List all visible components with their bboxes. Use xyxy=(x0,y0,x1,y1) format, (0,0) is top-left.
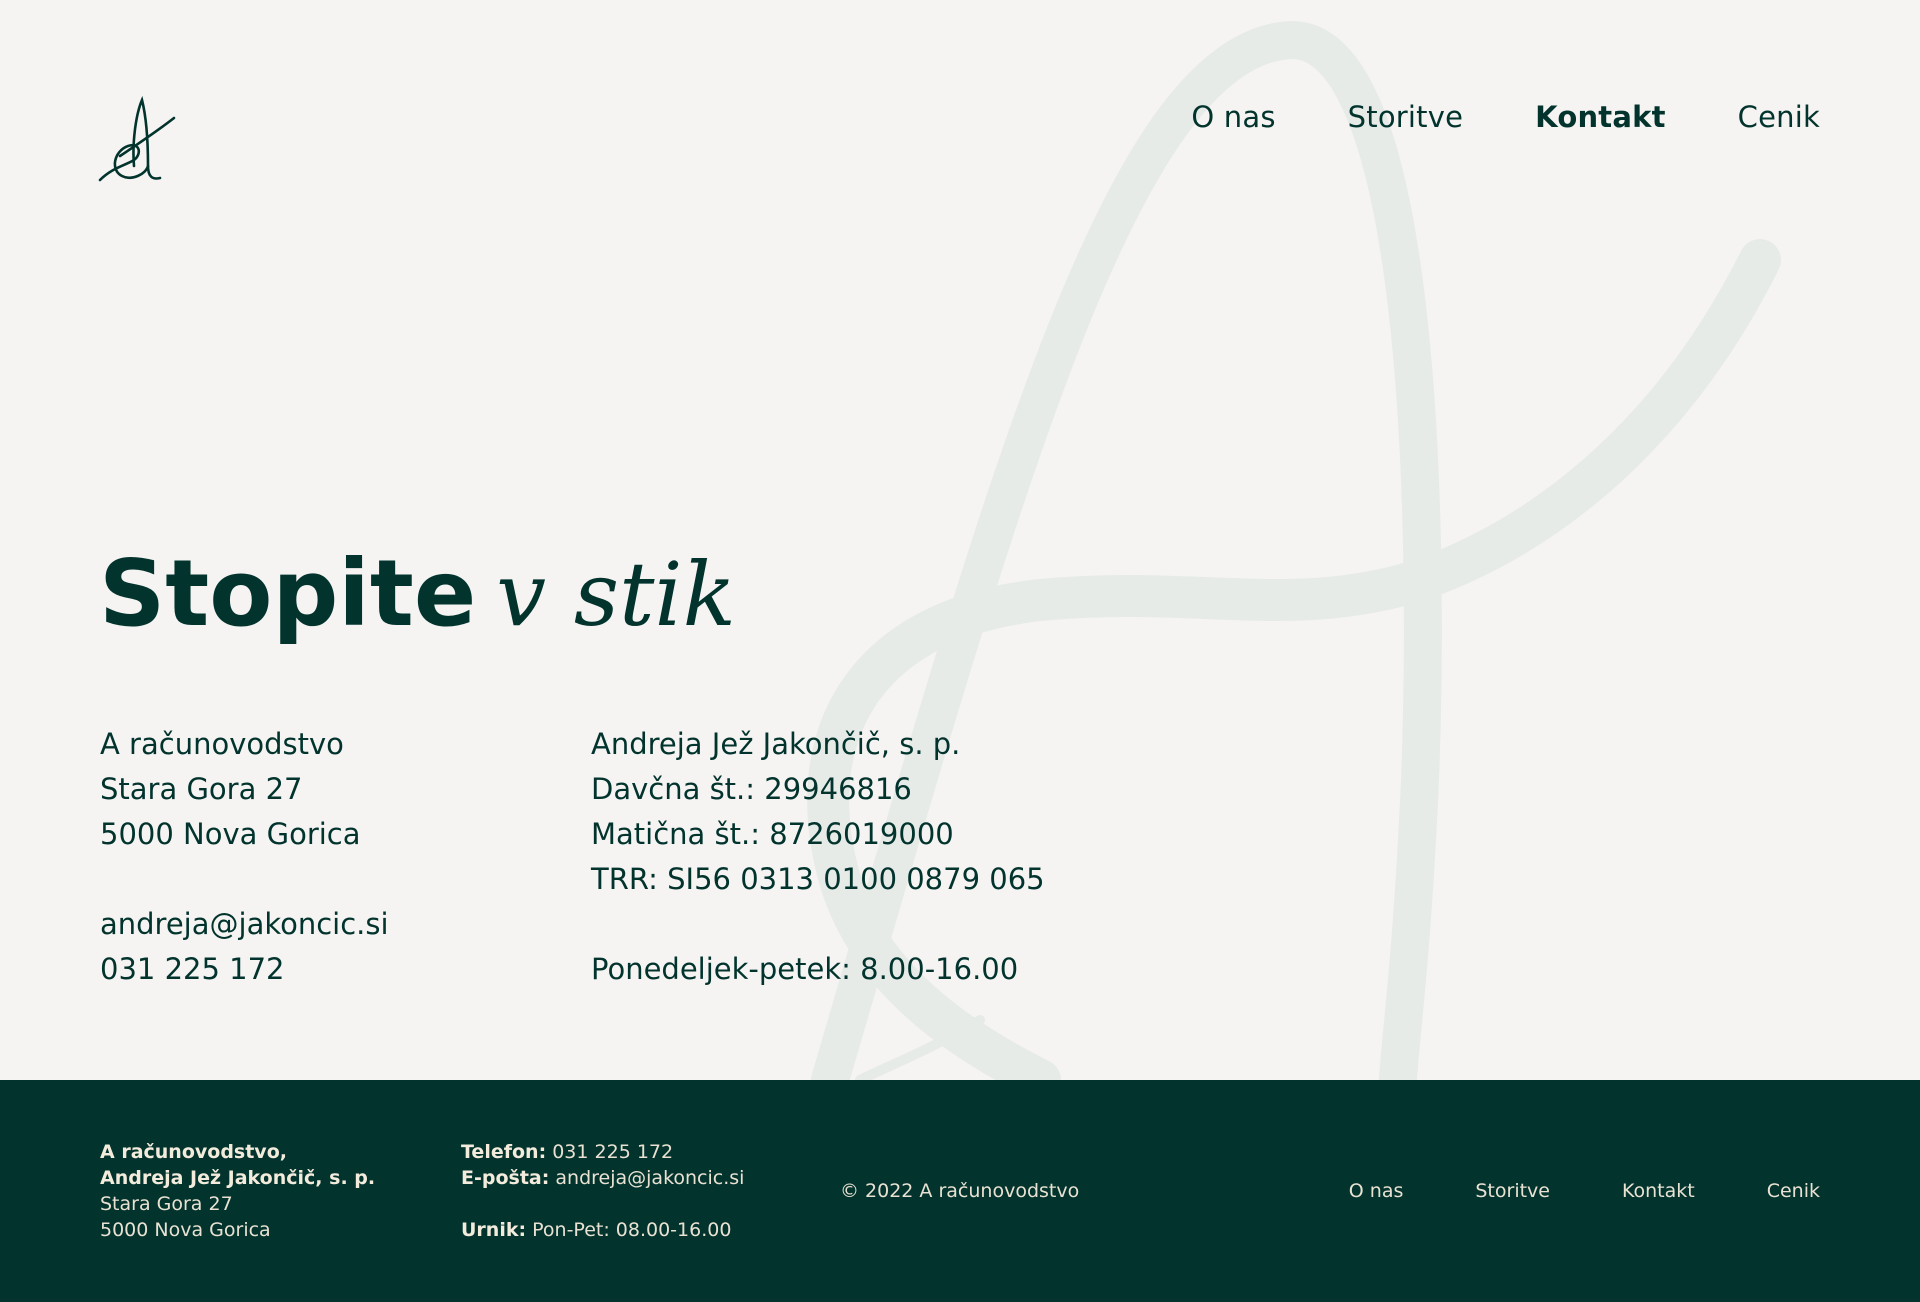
footer-street: Stara Gora 27 xyxy=(100,1193,233,1215)
footer-email[interactable]: andreja@jakoncic.si xyxy=(555,1167,744,1189)
contact-address-column: A računovodstvo Stara Gora 27 5000 Nova … xyxy=(100,722,389,992)
footer-hours-label: Urnik: xyxy=(461,1219,527,1241)
footer-owner-name: Andreja Jež Jakončič, s. p. xyxy=(100,1167,376,1189)
nav-link-cenik[interactable]: Cenik xyxy=(1738,100,1820,134)
footer-city: 5000 Nova Gorica xyxy=(100,1219,271,1241)
footer-nav: O nas Storitve Kontakt Cenik xyxy=(1349,1178,1820,1204)
footer-link-storitve[interactable]: Storitve xyxy=(1475,1178,1550,1204)
footer-company-name: A računovodstvo, xyxy=(100,1141,287,1163)
page-title-italic: v stik xyxy=(496,543,736,646)
page-title-bold: Stopite xyxy=(99,540,477,647)
footer-copyright: © 2022 A računovodstvo xyxy=(840,1180,1080,1202)
logo-icon[interactable] xyxy=(98,96,178,184)
footer-phone-label: Telefon: xyxy=(461,1141,547,1163)
footer: A računovodstvo, Andreja Jež Jakončič, s… xyxy=(0,1080,1920,1302)
company-name: A računovodstvo xyxy=(100,727,344,761)
footer-link-o-nas[interactable]: O nas xyxy=(1349,1178,1404,1204)
main-nav: O nas Storitve Kontakt Cenik xyxy=(1191,100,1820,134)
city-address: 5000 Nova Gorica xyxy=(100,817,361,851)
footer-phone[interactable]: 031 225 172 xyxy=(552,1141,673,1163)
registration-number: Matična št.: 8726019000 xyxy=(591,817,954,851)
email-link[interactable]: andreja@jakoncic.si xyxy=(100,902,389,947)
street-address: Stara Gora 27 xyxy=(100,772,303,806)
page-title: Stopite v stik xyxy=(99,548,736,640)
nav-link-storitve[interactable]: Storitve xyxy=(1348,100,1463,134)
footer-link-kontakt[interactable]: Kontakt xyxy=(1622,1178,1695,1204)
company-details-column: Andreja Jež Jakončič, s. p. Davčna št.: … xyxy=(591,722,1045,992)
office-hours: Ponedeljek-petek: 8.00-16.00 xyxy=(591,952,1019,986)
phone-link[interactable]: 031 225 172 xyxy=(100,947,389,992)
footer-link-cenik[interactable]: Cenik xyxy=(1767,1178,1820,1204)
nav-link-o-nas[interactable]: O nas xyxy=(1191,100,1275,134)
footer-email-label: E-pošta: xyxy=(461,1167,550,1189)
tax-number: Davčna št.: 29946816 xyxy=(591,772,912,806)
footer-hours: Pon-Pet: 08.00-16.00 xyxy=(532,1219,732,1241)
footer-company: A računovodstvo, Andreja Jež Jakončič, s… xyxy=(100,1139,375,1243)
owner-name: Andreja Jež Jakončič, s. p. xyxy=(591,727,961,761)
footer-contact: Telefon: 031 225 172 E-pošta: andreja@ja… xyxy=(461,1139,744,1243)
nav-link-kontakt[interactable]: Kontakt xyxy=(1535,100,1666,134)
bank-account: TRR: SI56 0313 0100 0879 065 xyxy=(591,862,1045,896)
